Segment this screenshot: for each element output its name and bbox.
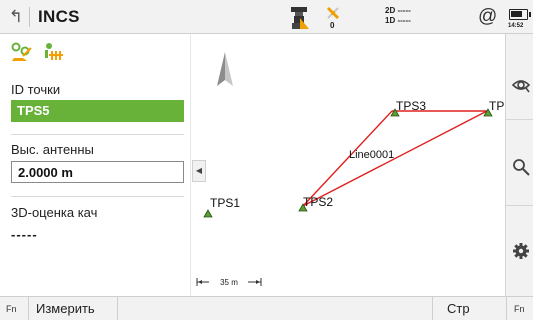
- measure-button[interactable]: Измерить: [30, 297, 101, 320]
- at-icon[interactable]: @: [478, 6, 497, 28]
- antenna-height-label: Выс. антенны: [11, 142, 94, 157]
- divider: [506, 297, 507, 320]
- fn-key-right[interactable]: Fn: [514, 304, 525, 314]
- search-icon: [513, 159, 530, 176]
- north-arrow-icon: [217, 52, 225, 86]
- app-title: INCS: [38, 7, 80, 26]
- measurement-panel: ID точки TPS5 Выс. антенны 2.0000 m 3D-о…: [0, 34, 190, 296]
- point-tps1[interactable]: TPS1: [203, 196, 240, 218]
- view-button[interactable]: [506, 34, 533, 120]
- eye-icon: [512, 80, 530, 93]
- satellite-count: 0: [330, 21, 335, 30]
- battery-icon: [509, 9, 531, 20]
- scale-label: 35 m: [220, 278, 238, 287]
- line-label[interactable]: Line0001: [349, 149, 394, 161]
- map-toolbar: [505, 34, 533, 296]
- map-canvas[interactable]: Line0001 TPS1 TPS2 TPS3 TPS4 35 m: [191, 34, 506, 296]
- position-quality: 2D ----- 1D -----: [385, 6, 411, 26]
- quality-3d-label: 3D-оценка кач: [11, 205, 98, 220]
- page-button[interactable]: Стр: [441, 297, 476, 320]
- search-button[interactable]: [506, 120, 533, 206]
- soft-key-bar: Fn Измерить Стр Fn: [0, 296, 533, 320]
- clock: 14:52: [508, 23, 524, 29]
- quality-2d: 2D -----: [385, 6, 411, 15]
- point-label: TPS2: [303, 195, 333, 209]
- point-label: TPS4: [489, 99, 506, 113]
- point-id-label: ID точки: [11, 82, 61, 97]
- divider: [11, 196, 184, 197]
- total-station-icon[interactable]: [288, 6, 310, 30]
- map-view[interactable]: Line0001 TPS1 TPS2 TPS3 TPS4 35 m: [190, 34, 506, 296]
- back-arrow-icon[interactable]: ↰: [7, 7, 25, 27]
- divider: [11, 134, 184, 135]
- line-segment: [302, 110, 488, 207]
- point-tps3[interactable]: TPS3: [390, 99, 426, 117]
- scale-bar: 35 m: [196, 278, 262, 287]
- divider: [432, 297, 433, 320]
- quality-1d: 1D -----: [385, 16, 411, 25]
- collapse-panel-button[interactable]: ◀: [192, 160, 206, 182]
- settings-button[interactable]: [506, 206, 533, 292]
- antenna-height-field[interactable]: 2.0000 m: [11, 161, 184, 183]
- fn-key-left[interactable]: Fn: [6, 304, 17, 314]
- quality-3d-value: -----: [11, 227, 38, 242]
- divider: [28, 297, 29, 320]
- divider: [29, 7, 30, 27]
- mode-icons: [11, 42, 63, 62]
- point-id-field[interactable]: TPS5: [11, 100, 184, 122]
- divider: [117, 297, 118, 320]
- point-tps4[interactable]: TPS4: [483, 99, 506, 117]
- point-label: TPS3: [396, 99, 426, 113]
- survey-icon[interactable]: [45, 43, 63, 60]
- setup-icon[interactable]: [11, 42, 32, 62]
- status-bar: ↰ INCS 0 2D ----- 1D ----- @ 14:52: [0, 0, 533, 34]
- battery-level: [511, 11, 522, 17]
- gear-icon: [513, 243, 529, 259]
- point-label: TPS1: [210, 196, 240, 210]
- point-tps2[interactable]: TPS2: [298, 195, 333, 212]
